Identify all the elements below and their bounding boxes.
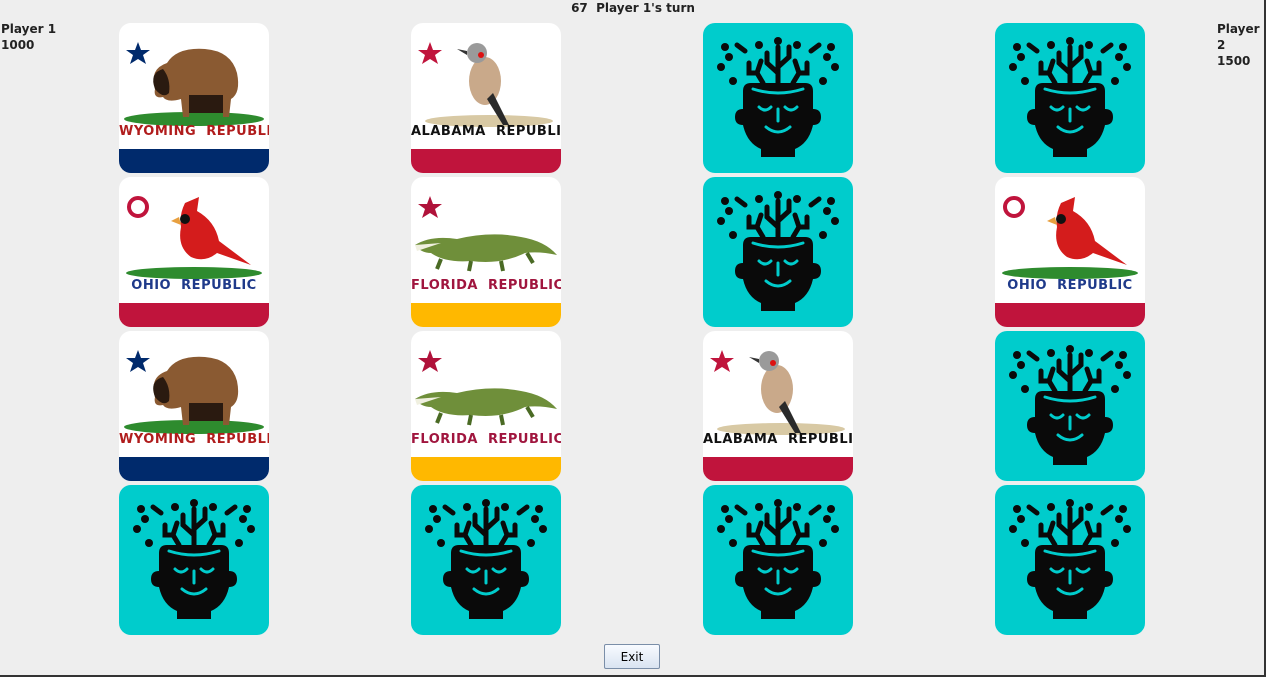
star-icon xyxy=(126,350,150,372)
flag-state-name: OHIO xyxy=(1007,278,1048,293)
flag-title: ALABAMA REPUBLIC xyxy=(703,432,853,447)
flag-stripe xyxy=(995,303,1145,327)
flag-state-name: FLORIDA xyxy=(411,432,478,447)
flag-state-name: OHIO xyxy=(131,278,172,293)
mind-head-icon xyxy=(717,37,839,157)
turn-status: 67 Player 1's turn xyxy=(0,0,1266,16)
flag-republic-word: REPUBLIC xyxy=(206,124,269,139)
flag-state-name: WYOMING xyxy=(119,124,197,139)
card-face-down[interactable] xyxy=(995,23,1145,173)
card-face-up-wyoming[interactable]: WYOMING REPUBLIC xyxy=(119,23,269,173)
flag-republic-word: REPUBLIC xyxy=(488,432,561,447)
card-face-down[interactable] xyxy=(703,23,853,173)
flag-stripe xyxy=(411,457,561,481)
card-face-down[interactable] xyxy=(119,485,269,635)
star-icon xyxy=(126,42,150,64)
mind-head-icon xyxy=(717,499,839,619)
flag-republic-word: REPUBLIC xyxy=(495,124,561,139)
flag-state-name: ALABAMA xyxy=(703,432,778,447)
flag-stripe xyxy=(119,303,269,327)
card-face-up-ohio[interactable]: OHIO REPUBLIC xyxy=(995,177,1145,327)
flag-title: OHIO REPUBLIC xyxy=(119,278,269,293)
card-face-up-florida[interactable]: FLORIDA REPUBLIC xyxy=(411,177,561,327)
turn-text: Player 1's turn xyxy=(596,1,695,15)
red-ring-icon xyxy=(127,196,149,218)
flag-state-name: ALABAMA xyxy=(411,124,486,139)
turn-number: 67 xyxy=(571,1,588,15)
flag-republic-word: REPUBLIC xyxy=(206,432,269,447)
flag-stripe xyxy=(411,149,561,173)
red-ring-icon xyxy=(1003,196,1025,218)
flag-state-name: WYOMING xyxy=(119,432,197,447)
flag-title: FLORIDA REPUBLIC xyxy=(411,278,561,293)
mind-head-icon xyxy=(425,499,547,619)
mind-head-icon xyxy=(1009,37,1131,157)
player-2-name: Player 2 xyxy=(1217,22,1260,52)
card-face-down[interactable] xyxy=(703,485,853,635)
player-2-panel: Player 2 1500 xyxy=(1217,21,1264,69)
player-1-score: 1000 xyxy=(1,38,35,52)
flag-title: ALABAMA REPUBLIC xyxy=(411,124,561,139)
mind-head-icon xyxy=(717,191,839,311)
card-face-up-alabama[interactable]: ALABAMA REPUBLIC xyxy=(703,331,853,481)
card-face-up-florida[interactable]: FLORIDA REPUBLIC xyxy=(411,331,561,481)
star-icon xyxy=(418,196,442,218)
card-face-up-alabama[interactable]: ALABAMA REPUBLIC xyxy=(411,23,561,173)
flag-title: WYOMING REPUBLIC xyxy=(119,432,269,447)
flag-republic-word: REPUBLIC xyxy=(787,432,853,447)
star-icon xyxy=(418,42,442,64)
mind-head-icon xyxy=(133,499,255,619)
card-face-up-wyoming[interactable]: WYOMING REPUBLIC xyxy=(119,331,269,481)
card-face-down[interactable] xyxy=(995,331,1145,481)
player-1-name: Player 1 xyxy=(1,22,57,36)
card-face-up-ohio[interactable]: OHIO REPUBLIC xyxy=(119,177,269,327)
flag-republic-word: REPUBLIC xyxy=(181,278,257,293)
flag-republic-word: REPUBLIC xyxy=(488,278,561,293)
player-1-panel: Player 1 1000 xyxy=(1,21,56,53)
card-face-down[interactable] xyxy=(703,177,853,327)
flag-title: WYOMING REPUBLIC xyxy=(119,124,269,139)
flag-stripe xyxy=(119,149,269,173)
card-face-down[interactable] xyxy=(411,485,561,635)
flag-stripe xyxy=(119,457,269,481)
exit-button[interactable]: Exit xyxy=(604,644,660,669)
flag-title: FLORIDA REPUBLIC xyxy=(411,432,561,447)
star-icon xyxy=(418,350,442,372)
flag-title: OHIO REPUBLIC xyxy=(995,278,1145,293)
flag-stripe xyxy=(411,303,561,327)
player-2-score: 1500 xyxy=(1217,54,1251,68)
mind-head-icon xyxy=(1009,499,1131,619)
card-face-down[interactable] xyxy=(995,485,1145,635)
flag-republic-word: REPUBLIC xyxy=(1057,278,1133,293)
flag-state-name: FLORIDA xyxy=(411,278,478,293)
mind-head-icon xyxy=(1009,345,1131,465)
flag-stripe xyxy=(703,457,853,481)
star-icon xyxy=(710,350,734,372)
